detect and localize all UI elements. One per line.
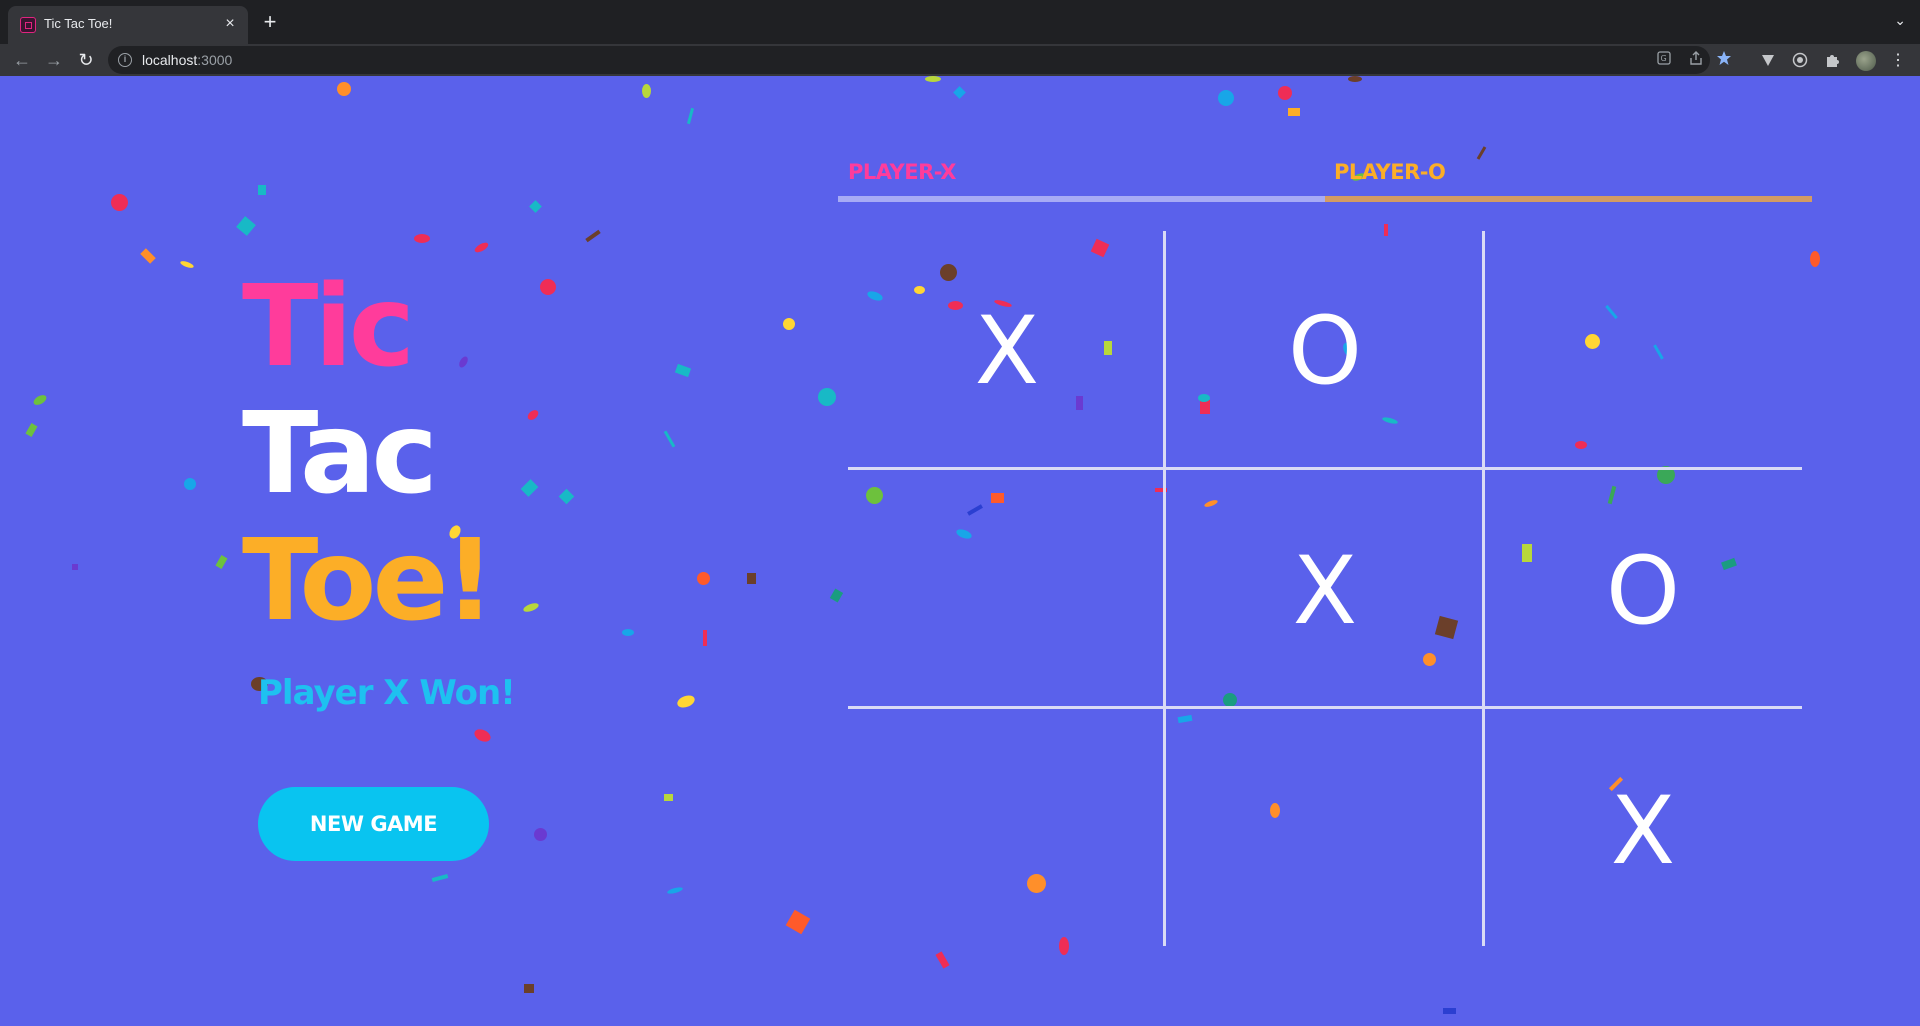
- board-cell-0-1[interactable]: O: [1166, 231, 1484, 471]
- confetti-piece: [666, 886, 684, 895]
- confetti-piece: [337, 82, 351, 96]
- confetti-piece: [522, 601, 540, 614]
- browser-toolbar: ← → ↻ i localhost:3000 G ⋮: [0, 44, 1920, 76]
- game-page: Tic Tac Toe! Player X Won! NEW GAME PLAY…: [0, 76, 1920, 1026]
- bookmark-star-icon[interactable]: [1714, 50, 1734, 70]
- confetti-piece: [525, 408, 541, 422]
- confetti-piece: [524, 984, 534, 993]
- profile-avatar[interactable]: [1856, 51, 1876, 71]
- confetti-piece: [111, 194, 128, 211]
- confetti-piece: [31, 393, 49, 407]
- confetti-piece: [664, 794, 673, 801]
- browser-tab[interactable]: Tic Tac Toe! ×: [8, 6, 248, 44]
- confetti-piece: [414, 234, 430, 243]
- back-button[interactable]: ←: [10, 48, 34, 72]
- tab-search-chevron-icon[interactable]: ⌄: [1894, 12, 1906, 29]
- new-tab-button[interactable]: +: [258, 10, 282, 34]
- confetti-piece: [674, 363, 692, 378]
- menu-icon[interactable]: ⋮: [1890, 51, 1906, 71]
- confetti-piece: [72, 564, 78, 570]
- new-game-button[interactable]: NEW GAME: [258, 787, 489, 861]
- board-cell-2-0[interactable]: [848, 711, 1166, 951]
- forward-button[interactable]: →: [42, 48, 66, 72]
- grid-line-vertical: [1163, 231, 1166, 946]
- confetti-piece: [558, 488, 575, 505]
- confetti-piece: [140, 248, 156, 264]
- confetti-piece: [642, 84, 651, 98]
- confetti-piece: [1810, 251, 1820, 267]
- reload-button[interactable]: ↻: [74, 48, 98, 72]
- board-cell-1-1[interactable]: X: [1166, 471, 1484, 711]
- browser-tab-strip: Tic Tac Toe! × + ⌄: [0, 0, 1920, 44]
- confetti-piece: [622, 629, 634, 636]
- confetti-piece: [785, 909, 811, 935]
- tab-title: Tic Tac Toe!: [44, 16, 113, 31]
- confetti-piece: [747, 573, 756, 584]
- confetti-piece: [258, 185, 266, 195]
- title-tac: Tac: [242, 389, 438, 519]
- confetti-piece: [925, 76, 941, 82]
- confetti-piece: [1288, 108, 1300, 116]
- confetti-piece: [184, 478, 196, 490]
- confetti-piece: [473, 240, 490, 255]
- confetti-piece: [472, 726, 493, 745]
- confetti-piece: [457, 355, 470, 369]
- board-cell-2-1[interactable]: [1166, 711, 1484, 951]
- close-tab-icon[interactable]: ×: [220, 14, 240, 34]
- player-x-label: PLAYER-X: [848, 160, 956, 184]
- puzzle-icon[interactable]: [1822, 52, 1842, 72]
- confetti-piece: [1443, 1008, 1456, 1014]
- confetti-piece: [829, 588, 844, 603]
- confetti-piece: [520, 479, 539, 497]
- confetti-piece: [534, 828, 547, 841]
- url-text[interactable]: localhost:3000: [142, 52, 232, 68]
- board-cell-0-2[interactable]: [1484, 231, 1802, 471]
- extension-v-icon[interactable]: [1758, 52, 1778, 72]
- player-o-label: PLAYER-O: [1334, 160, 1446, 184]
- confetti-piece: [675, 693, 697, 710]
- confetti-piece: [697, 572, 710, 585]
- confetti-piece: [585, 229, 601, 243]
- grid-line-vertical: [1482, 231, 1485, 946]
- confetti-piece: [1218, 90, 1234, 106]
- grid-line-horizontal: [848, 467, 1802, 470]
- game-status: Player X Won!: [258, 673, 516, 713]
- confetti-piece: [953, 86, 966, 99]
- url-host: localhost: [142, 52, 198, 68]
- game-board: X O X O X: [848, 231, 1802, 951]
- confetti-piece: [818, 388, 836, 406]
- confetti-piece: [663, 430, 676, 448]
- address-bar[interactable]: i localhost:3000 G: [108, 46, 1731, 74]
- confetti-piece: [431, 873, 449, 883]
- confetti-piece: [1278, 86, 1292, 100]
- favicon-icon: [20, 17, 36, 33]
- board-cell-0-0[interactable]: X: [848, 231, 1166, 471]
- board-cell-1-2[interactable]: O: [1484, 471, 1802, 711]
- confetti-piece: [1348, 76, 1362, 82]
- board-cell-2-2[interactable]: X: [1484, 711, 1802, 951]
- svg-text:G: G: [1661, 54, 1667, 63]
- share-icon[interactable]: [1686, 50, 1706, 70]
- confetti-piece: [215, 555, 228, 569]
- confetti-piece: [1476, 146, 1487, 160]
- confetti-piece: [236, 216, 256, 236]
- confetti-piece: [686, 107, 695, 125]
- player-x-turn-bar: [838, 196, 1325, 202]
- confetti-piece: [703, 630, 707, 646]
- confetti-piece: [179, 259, 195, 270]
- extension-circle-icon[interactable]: [1790, 52, 1810, 72]
- confetti-piece: [25, 423, 38, 437]
- title-toe: Toe!: [242, 516, 496, 646]
- site-info-icon[interactable]: i: [118, 53, 132, 67]
- grid-line-horizontal: [848, 706, 1802, 709]
- translate-icon[interactable]: G: [1654, 50, 1674, 70]
- title-tic: Tic: [242, 262, 415, 392]
- player-o-turn-bar: [1325, 196, 1812, 202]
- confetti-piece: [529, 200, 542, 213]
- board-cell-1-0[interactable]: [848, 471, 1166, 711]
- confetti-piece: [935, 951, 950, 969]
- confetti-piece: [783, 318, 795, 330]
- url-port: :3000: [197, 52, 233, 68]
- confetti-piece: [540, 279, 556, 295]
